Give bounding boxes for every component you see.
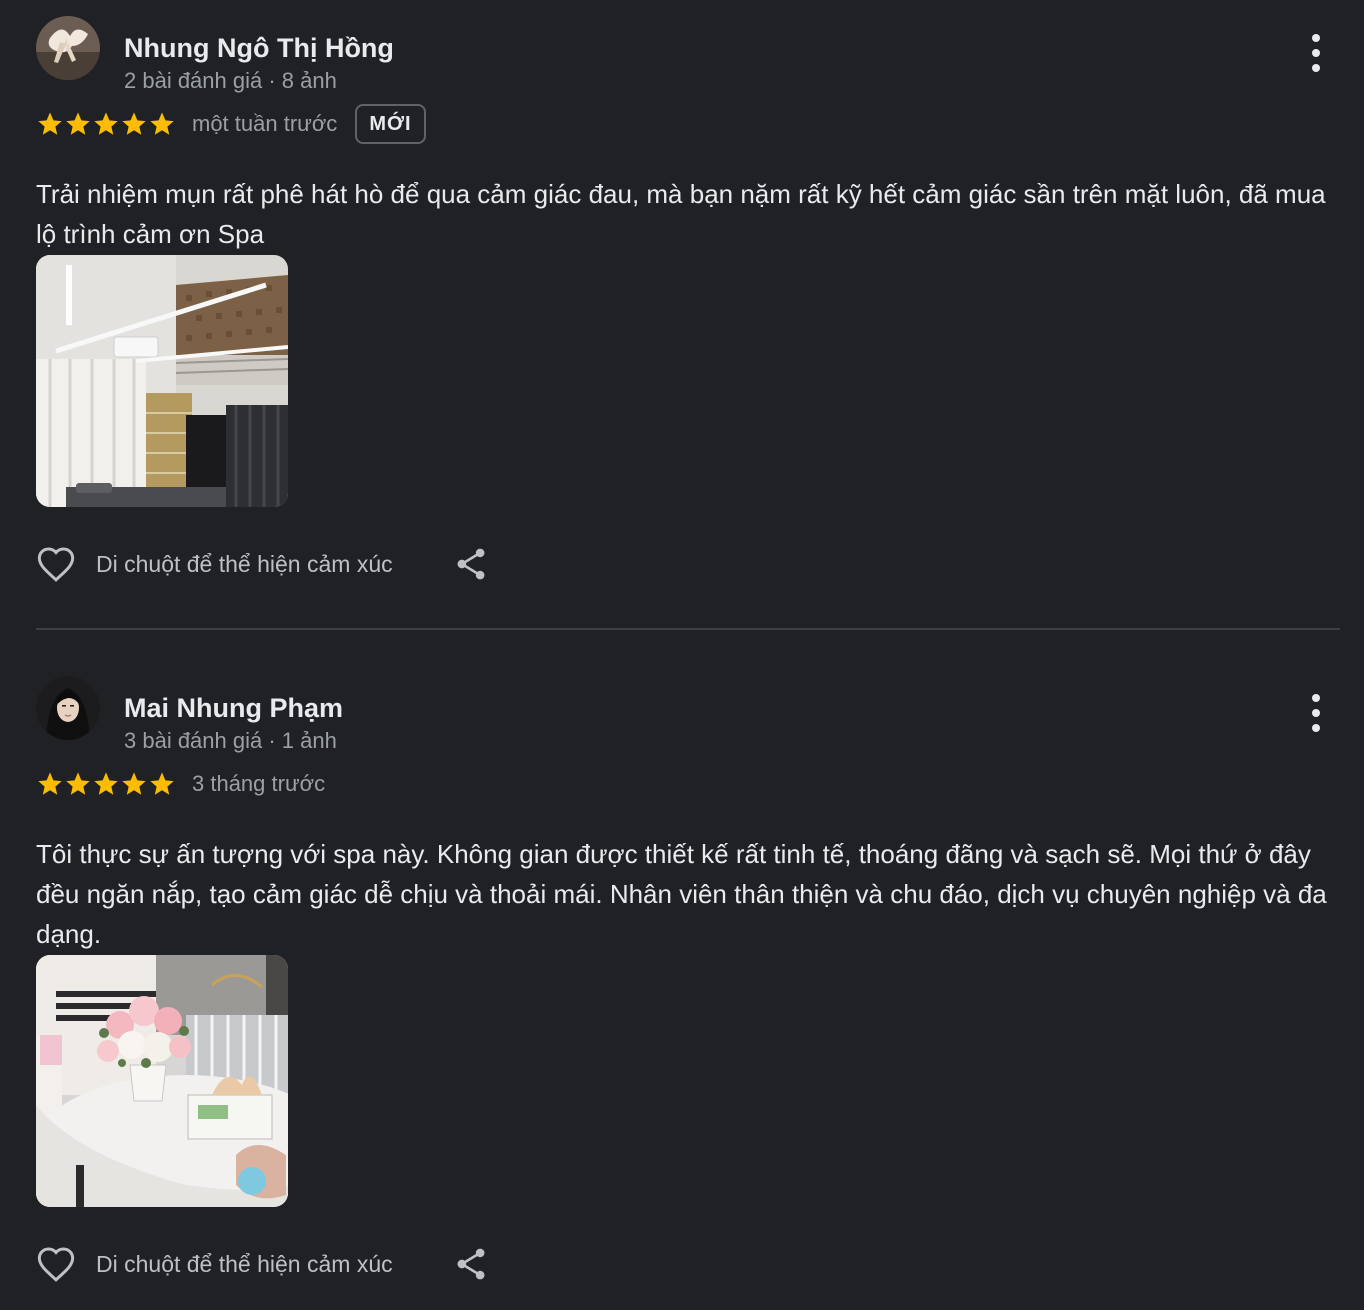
rating-row: 3 tháng trước xyxy=(36,762,325,806)
rating-row: một tuần trước MỚI xyxy=(36,102,426,146)
more-vert-icon xyxy=(1312,694,1320,732)
share-icon xyxy=(457,548,485,580)
author-meta: 2 bài đánh giá · 8 ảnh xyxy=(124,68,337,93)
react-button[interactable]: Di chuột để thể hiện cảm xúc xyxy=(36,1245,393,1283)
heart-icon xyxy=(37,547,75,582)
flower-table-photo xyxy=(36,955,288,1207)
new-badge: MỚI xyxy=(355,104,426,144)
review-divider xyxy=(36,628,1340,630)
star-icon xyxy=(122,772,146,795)
share-button[interactable] xyxy=(455,1247,487,1281)
review-card: Mai Nhung Phạm 3 bài đánh giá · 1 ảnh 3 … xyxy=(36,676,1340,1296)
review-date: một tuần trước xyxy=(192,111,338,136)
review-photo[interactable] xyxy=(36,955,288,1207)
react-label: Di chuột để thể hiện cảm xúc xyxy=(96,1250,393,1277)
heart-icon xyxy=(37,1247,75,1282)
star-rating xyxy=(36,770,176,798)
author-name[interactable]: Mai Nhung Phạm xyxy=(124,690,343,726)
review-text: Tôi thực sự ấn tượng với spa này. Không … xyxy=(36,839,1327,949)
star-icon xyxy=(122,112,146,135)
avatar[interactable] xyxy=(36,16,100,80)
star-icon xyxy=(94,772,118,795)
star-icon xyxy=(94,112,118,135)
star-icon xyxy=(66,112,90,135)
author-name[interactable]: Nhung Ngô Thị Hồng xyxy=(124,30,394,66)
review-text: Trải nhiệm mụn rất phê hát hò để qua cảm… xyxy=(36,179,1326,249)
review-photo[interactable] xyxy=(36,255,288,507)
review-date: 3 tháng trước xyxy=(192,771,326,796)
star-icon xyxy=(150,772,174,795)
star-icon xyxy=(38,112,62,135)
react-label: Di chuột để thể hiện cảm xúc xyxy=(96,550,393,577)
star-icon xyxy=(66,772,90,795)
star-icon xyxy=(38,772,62,795)
share-icon xyxy=(457,1248,485,1280)
author-meta: 3 bài đánh giá · 1 ảnh xyxy=(124,728,337,753)
review-actions: Di chuột để thể hiện cảm xúc xyxy=(36,542,487,586)
review-actions: Di chuột để thể hiện cảm xúc xyxy=(36,1242,487,1286)
avatar[interactable] xyxy=(36,676,100,740)
more-options-button[interactable] xyxy=(1300,692,1332,742)
star-icon xyxy=(150,112,174,135)
more-vert-icon xyxy=(1312,34,1320,72)
share-button[interactable] xyxy=(455,547,487,581)
review-card: Nhung Ngô Thị Hồng 2 bài đánh giá · 8 ản… xyxy=(36,16,1340,596)
spa-room-photo xyxy=(36,255,288,507)
more-options-button[interactable] xyxy=(1300,32,1332,82)
star-rating xyxy=(36,110,176,138)
react-button[interactable]: Di chuột để thể hiện cảm xúc xyxy=(36,545,393,583)
